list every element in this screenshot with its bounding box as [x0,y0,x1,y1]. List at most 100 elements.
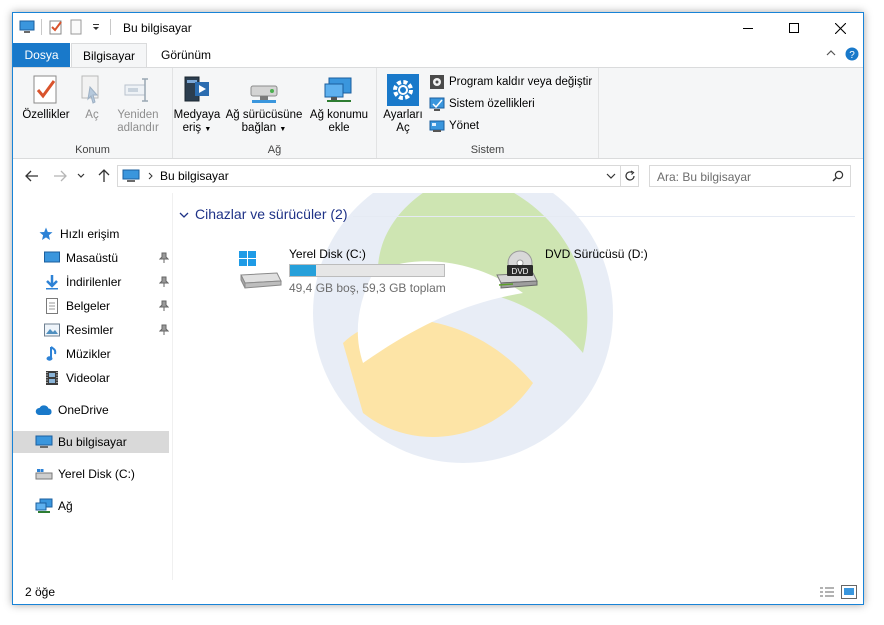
watermark-logo [313,193,613,463]
window-controls [725,13,863,43]
nav-desktop[interactable]: Masaüstü [13,247,170,269]
picture-icon [43,322,61,338]
manage-button[interactable]: Yönet [429,118,479,134]
nav-downloads[interactable]: İndirilenler [13,271,170,293]
details-view-icon[interactable] [819,584,835,600]
uninstall-label: Program kaldır veya değiştir [449,76,593,88]
search-icon[interactable] [832,170,844,185]
status-bar: 2 öğe [13,580,863,604]
computer-icon[interactable] [19,19,35,35]
chevron-down-icon[interactable] [179,206,189,222]
pin-icon[interactable] [158,324,170,339]
nav-local-disk[interactable]: Yerel Disk (C:) [13,463,169,485]
forward-button[interactable] [51,167,69,185]
nav-this-pc[interactable]: Bu bilgisayar [13,431,169,453]
access-media-label-1: Medyaya [173,109,221,121]
tab-view[interactable]: Görünüm [149,43,223,67]
quick-access-toolbar [19,19,113,35]
nav-onedrive[interactable]: OneDrive [13,399,169,421]
address-bar[interactable]: Bu bilgisayar [117,165,621,187]
recent-locations-button[interactable] [75,167,87,185]
map-network-drive-button[interactable]: Ağ sürücüsüne bağlan ▼ [223,74,305,136]
close-button[interactable] [817,13,863,43]
minimize-button[interactable] [725,13,771,43]
desktop-icon [43,250,61,266]
group-divider [353,216,855,217]
explorer-window: Bu bilgisayar Dosya Bilgisayar Görünüm ? [12,12,864,605]
nav-network[interactable]: Ağ [13,495,169,517]
up-button[interactable] [95,167,113,185]
customize-toolbar-icon[interactable] [88,19,104,35]
address-dropdown-icon[interactable] [606,170,616,184]
rename-button[interactable]: Yeniden adlandır [111,74,165,135]
computer-icon [35,434,53,450]
breadcrumb-this-pc[interactable]: Bu bilgisayar [160,169,229,183]
add-network-location-button[interactable]: Ağ konumu ekle [307,74,371,135]
system-properties-icon [429,96,445,112]
properties-label: Özellikler [22,109,70,121]
nav-label: Müzikler [66,347,111,361]
access-media-button[interactable]: Medyaya eriş ▼ [173,74,221,136]
nav-label: OneDrive [58,403,109,417]
open-settings-button[interactable]: Ayarları Aç [381,74,425,135]
uninstall-icon [429,74,445,90]
large-icons-view-icon[interactable] [841,584,857,600]
new-folder-icon[interactable] [68,19,84,35]
nav-quick-access[interactable]: Hızlı erişim [13,223,169,245]
search-box[interactable]: Ara: Bu bilgisayar [649,165,851,187]
network-drive-icon [248,74,280,106]
ribbon-group-network: Medyaya eriş ▼ Ağ sürücüsüne bağlan ▼ Ağ… [173,68,377,158]
ribbon-group-label: Konum [75,144,110,156]
maximize-button[interactable] [771,13,817,43]
drive-item-local-disk[interactable]: Yerel Disk (C:) 49,4 GB boş, 59,3 GB top… [237,247,457,297]
rename-icon [122,74,154,106]
open-button[interactable]: Aç [75,74,109,122]
svg-text:?: ? [849,50,855,61]
refresh-button[interactable] [621,165,639,187]
media-icon [181,74,213,106]
search-placeholder: Ara: Bu bilgisayar [657,170,752,184]
drive-name: DVD Sürücüsü (D:) [545,247,648,261]
pin-icon[interactable] [158,276,170,291]
navigation-pane: Hızlı erişim Masaüstü İndirilenler Belge… [13,193,173,580]
drive-item-dvd[interactable]: DVD DVD Sürücüsü (D:) [493,247,693,297]
dvd-badge: DVD [512,267,529,276]
tab-computer[interactable]: Bilgisayar [71,43,147,68]
system-properties-button[interactable]: Sistem özellikleri [429,96,535,112]
dvd-drive-icon: DVD [493,247,539,293]
title-bar: Bu bilgisayar [13,13,863,43]
nav-label: Hızlı erişim [60,227,120,241]
nav-label: Belgeler [66,299,111,313]
ribbon-group-label: Ağ [267,144,282,156]
nav-label: Masaüstü [66,251,119,265]
rename-label-1: Yeniden [117,109,159,121]
pin-icon[interactable] [158,252,170,267]
collapse-ribbon-icon[interactable] [825,47,837,59]
help-icon[interactable]: ? [845,47,859,61]
ribbon-group-system: Ayarları Aç Program kaldır veya değiştir… [377,68,599,158]
nav-pictures[interactable]: Resimler [13,319,170,341]
group-header-devices[interactable]: Cihazlar ve sürücüler (2) [179,206,348,222]
back-button[interactable] [23,167,41,185]
properties-button[interactable]: Özellikler [19,74,73,122]
drive-usage-fill [290,265,316,276]
toolbar-separator [110,19,111,35]
properties-icon [30,74,62,106]
drive-name: Yerel Disk (C:) [289,247,366,261]
network-location-icon [323,74,355,106]
add-location-label-2: ekle [328,122,350,134]
drive-usage-bar [289,264,445,277]
nav-label: Resimler [66,323,114,337]
nav-videos[interactable]: Videolar [13,367,169,389]
map-drive-label-2: bağlan ▼ [241,122,287,134]
properties-icon[interactable] [48,19,64,35]
add-location-label-1: Ağ konumu [309,109,369,121]
pin-icon[interactable] [158,300,170,315]
nav-music[interactable]: Müzikler [13,343,169,365]
tab-file[interactable]: Dosya [13,43,70,67]
nav-documents[interactable]: Belgeler [13,295,170,317]
breadcrumb-separator-icon[interactable] [148,172,154,180]
uninstall-program-button[interactable]: Program kaldır veya değiştir [429,74,592,90]
open-icon [76,74,108,106]
music-note-icon [43,346,61,362]
